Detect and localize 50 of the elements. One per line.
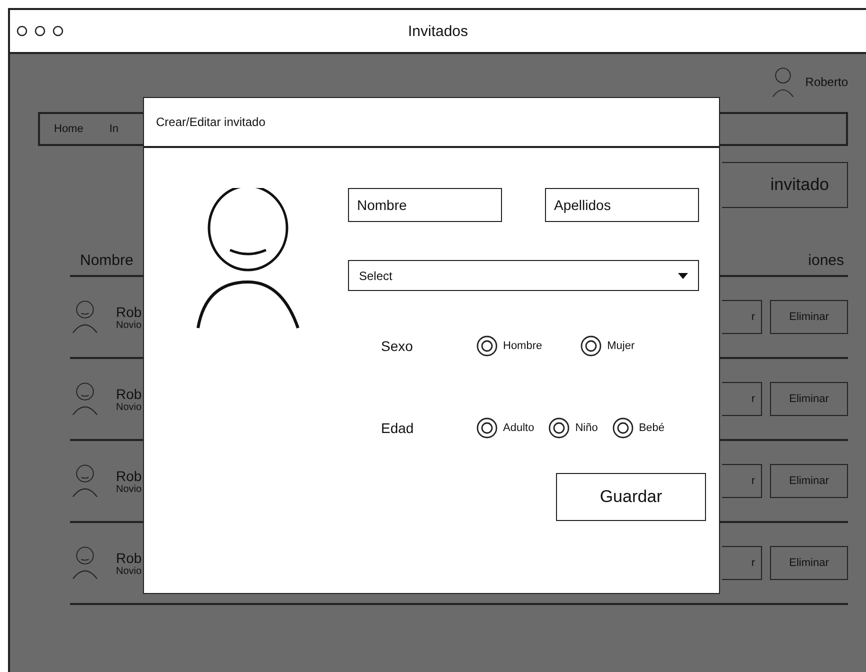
guest-name: Rob [116, 550, 142, 566]
edit-button[interactable]: r [722, 464, 762, 498]
user-avatar-icon [771, 66, 796, 98]
delete-button[interactable]: Eliminar [770, 382, 848, 416]
text-field[interactable]: Nombre [348, 188, 502, 222]
radio-label: Mujer [607, 340, 635, 352]
guest-name: Rob [116, 304, 142, 320]
guest-role: Novio [116, 566, 142, 576]
edit-button[interactable]: r [722, 300, 762, 334]
edit-button[interactable]: r [722, 382, 762, 416]
guest-name: Rob [116, 468, 142, 484]
window-control-icon[interactable] [34, 25, 46, 37]
radio-button[interactable] [548, 417, 570, 439]
delete-button[interactable]: Eliminar [770, 300, 848, 334]
radio-label: Niño [575, 422, 598, 434]
text-field[interactable]: Apellidos [545, 188, 699, 222]
guest-avatar-icon [72, 382, 98, 416]
nav-link[interactable]: Home [54, 123, 84, 135]
radio-button[interactable] [476, 417, 498, 439]
radio-label: Bebé [638, 422, 665, 434]
radio-button[interactable] [612, 417, 634, 439]
window-title: Invitados [408, 22, 468, 40]
save-button[interactable]: Guardar [556, 473, 706, 521]
guest-role: Novio [116, 402, 142, 412]
radio-button[interactable] [580, 335, 602, 357]
window-control-icon[interactable] [16, 25, 28, 37]
nav-link[interactable]: In [109, 123, 119, 135]
guest-name: Rob [116, 386, 142, 402]
user-name: Roberto [805, 75, 848, 89]
field-label: Edad [381, 420, 415, 436]
add-guest-button[interactable]: invitado [722, 162, 848, 208]
guest-avatar-icon [72, 300, 98, 334]
guest-avatar-icon [72, 546, 98, 580]
dialog-title: Crear/Editar invitado [156, 115, 266, 129]
column-header: Nombre [80, 252, 134, 269]
radio-label: Hombre [503, 340, 542, 352]
select-dropdown[interactable]: Select [348, 260, 699, 291]
guest-role: Novio [116, 484, 142, 494]
edit-button[interactable]: r [722, 546, 762, 580]
avatar-placeholder-icon [196, 188, 301, 330]
window-control-icon[interactable] [52, 25, 64, 37]
delete-button[interactable]: Eliminar [770, 546, 848, 580]
field-label: Sexo [381, 338, 414, 354]
radio-button[interactable] [476, 335, 498, 357]
delete-button[interactable]: Eliminar [770, 464, 848, 498]
radio-label: Adulto [503, 422, 534, 434]
caret-icon [678, 272, 688, 278]
guest-avatar-icon [72, 464, 98, 498]
guest-role: Novio [116, 320, 142, 330]
column-header: iones [808, 252, 844, 269]
